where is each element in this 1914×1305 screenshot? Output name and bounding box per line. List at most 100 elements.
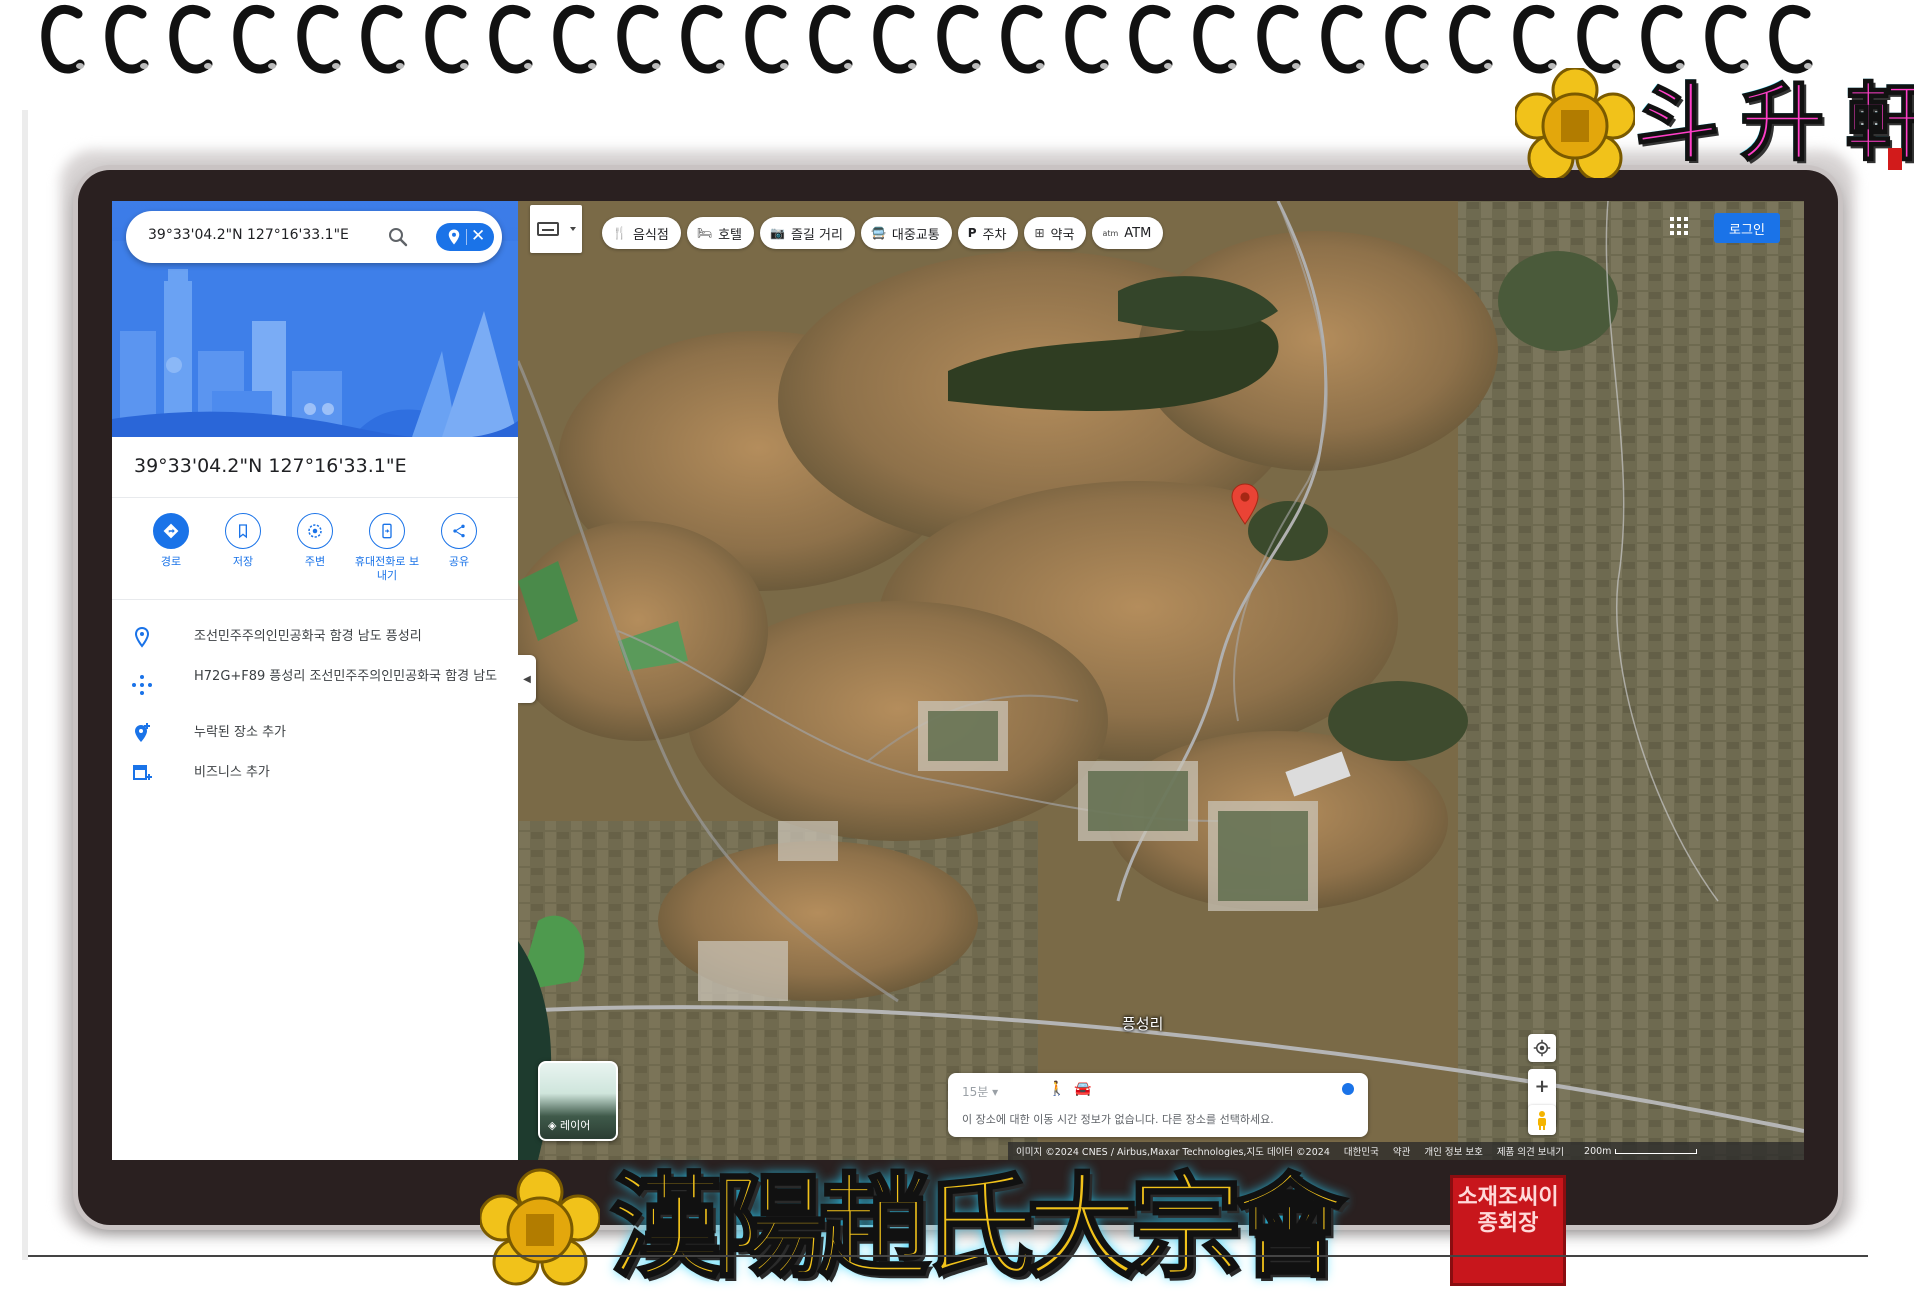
send-to-phone-label: 휴대전화로 보내기: [354, 555, 420, 582]
spiral-ring: [1064, 0, 1110, 80]
pill-separator: [466, 229, 467, 245]
country-link[interactable]: 대한민국: [1344, 1144, 1379, 1158]
chip-transit[interactable]: 🚍 대중교통: [860, 217, 952, 249]
share-button[interactable]: 공유: [424, 513, 494, 569]
spiral-ring: [552, 0, 598, 80]
add-business-row[interactable]: 비즈니스 추가: [130, 761, 500, 797]
spiral-ring: [424, 0, 470, 80]
satellite-map[interactable]: 🍴 음식점 🛏 호텔 📷 즐길 거리 🚍 대중교통 P 주차 ⊞ 약국 atm ATM 로그인…: [518, 201, 1804, 1160]
apps-grid-icon[interactable]: [1668, 215, 1690, 237]
spiral-ring: [232, 0, 278, 80]
travel-time-select[interactable]: 15분 ▾: [962, 1083, 998, 1100]
bottom-banner: 漢陽趙氏大宗會: [480, 1158, 1580, 1298]
top-logo-text: 斗 升 軒: [1634, 72, 1914, 173]
chip-restaurant-label: 음식점: [632, 227, 669, 243]
chip-parking-label: 주차: [982, 227, 1007, 243]
privacy-link[interactable]: 개인 정보 보호: [1424, 1144, 1482, 1158]
chip-atm-label: ATM: [1124, 225, 1152, 241]
travel-time-card[interactable]: 15분 ▾ 🚶 🚘 이 장소에 대한 이동 시간 정보가 없습니다. 다른 장소…: [948, 1073, 1368, 1137]
spiral-ring: [488, 0, 534, 80]
layers-label: ◈ 레이어: [548, 1117, 590, 1133]
red-seal-stamp: 소재조씨이종회장: [1450, 1175, 1566, 1286]
spiral-ring: [1384, 0, 1430, 80]
add-missing-place-row[interactable]: 누락된 장소 추가: [130, 721, 500, 757]
chip-pharmacy[interactable]: ⊞ 약국: [1024, 217, 1087, 249]
share-icon: [441, 513, 477, 549]
add-missing-place-text: 누락된 장소 추가: [194, 725, 286, 740]
spiral-ring: [104, 0, 150, 80]
zoom-in-icon[interactable]: +: [1534, 1076, 1549, 1097]
input-tools-button[interactable]: [530, 205, 582, 253]
address-text: 조선민주주의인민공화국 함경 남도 픙성리: [194, 629, 422, 644]
chip-parking[interactable]: P 주차: [957, 217, 1019, 249]
share-label: 공유: [448, 555, 470, 568]
travel-toggle-dot[interactable]: [1342, 1083, 1354, 1095]
spiral-ring: [360, 0, 406, 80]
chip-atm[interactable]: atm ATM: [1092, 217, 1164, 249]
chip-things-to-do[interactable]: 📷 즐길 거리: [760, 217, 855, 249]
search-input[interactable]: 39°33'04.2"N 127°16'33.1"E: [148, 227, 349, 243]
add-place-icon: [135, 723, 150, 742]
divider: [112, 599, 518, 600]
walking-icon[interactable]: 🚶: [1048, 1081, 1065, 1097]
terms-link[interactable]: 약관: [1393, 1144, 1410, 1158]
nearby-icon: [297, 513, 333, 549]
base-line: [28, 1255, 1868, 1257]
spiral-ring: [680, 0, 726, 80]
send-to-phone-icon: [369, 513, 405, 549]
spiral-ring: [744, 0, 790, 80]
my-location-icon: [1533, 1039, 1551, 1057]
directions-button[interactable]: 경로: [136, 513, 206, 569]
driving-icon[interactable]: 🚘: [1074, 1081, 1091, 1097]
category-chips: 🍴 음식점 🛏 호텔 📷 즐길 거리 🚍 대중교통 P 주차 ⊞ 약국 atm ATM: [602, 217, 1164, 251]
chip-restaurant[interactable]: 🍴 음식점: [602, 217, 681, 249]
spiral-ring: [296, 0, 342, 80]
save-button[interactable]: 저장: [208, 513, 278, 569]
village-label: 픙성리: [1122, 1015, 1164, 1033]
collapse-panel-button[interactable]: ◀: [518, 655, 536, 703]
spiral-ring: [616, 0, 662, 80]
layers-button[interactable]: ◈ 레이어: [538, 1061, 618, 1141]
spiral-ring: [1448, 0, 1494, 80]
address-row[interactable]: 조선민주주의인민공화국 함경 남도 픙성리: [130, 625, 500, 661]
search-icon[interactable]: [386, 225, 410, 249]
bottom-banner-text: 漢陽趙氏大宗會: [609, 1161, 1348, 1295]
layers-text: 레이어: [559, 1119, 591, 1132]
feedback-link[interactable]: 제품 의견 보내기: [1497, 1144, 1564, 1158]
search-box[interactable]: 39°33'04.2"N 127°16'33.1"E ✕: [126, 211, 502, 263]
plus-code-icon: [132, 675, 152, 695]
chevron-left-icon: ◀: [523, 673, 531, 685]
scale-text: 200m: [1584, 1145, 1612, 1157]
place-title: 39°33'04.2"N 127°16'33.1"E: [134, 455, 407, 477]
nearby-label: 주변: [304, 555, 326, 568]
chip-pharmacy-label: 약국: [1050, 227, 1075, 243]
my-location-button[interactable]: [1528, 1034, 1556, 1062]
keyboard-icon: [537, 222, 576, 236]
save-label: 저장: [232, 555, 254, 568]
pin-icon[interactable]: [445, 228, 463, 246]
red-seal-text: 소재조씨이종회장: [1457, 1184, 1559, 1236]
spiral-ring: [40, 0, 86, 80]
spiral-ring: [168, 0, 214, 80]
spiral-ring: [1000, 0, 1046, 80]
add-business-text: 비즈니스 추가: [194, 765, 270, 780]
spiral-ring: [936, 0, 982, 80]
spiral-ring: [1128, 0, 1174, 80]
directions-pill[interactable]: ✕: [436, 223, 494, 251]
send-to-phone-button[interactable]: 휴대전화로 보내기: [352, 513, 422, 583]
travel-message: 이 장소에 대한 이동 시간 정보가 없습니다. 다른 장소를 선택하세요.: [962, 1113, 1274, 1126]
login-button[interactable]: 로그인: [1714, 213, 1780, 243]
action-bar: 경로 저장 주변 휴대전화로 보내기 공유: [136, 513, 506, 593]
plum-blossom-crest-icon: [480, 1168, 600, 1286]
spiral-ring: [1256, 0, 1302, 80]
location-pin-icon: [134, 626, 150, 648]
directions-icon: [153, 513, 189, 549]
chip-hotel[interactable]: 🛏 호텔: [686, 217, 754, 249]
clear-search-icon[interactable]: ✕: [471, 226, 485, 246]
bookmark-icon: [225, 513, 261, 549]
plus-code-row[interactable]: H72G+F89 픙성리 조선민주주의인민공화국 함경 남도: [130, 665, 500, 709]
pegman-button[interactable]: [1528, 1105, 1556, 1135]
location-marker-icon[interactable]: [1230, 483, 1260, 525]
scale-control[interactable]: 200m: [1584, 1145, 1698, 1157]
nearby-button[interactable]: 주변: [280, 513, 350, 569]
